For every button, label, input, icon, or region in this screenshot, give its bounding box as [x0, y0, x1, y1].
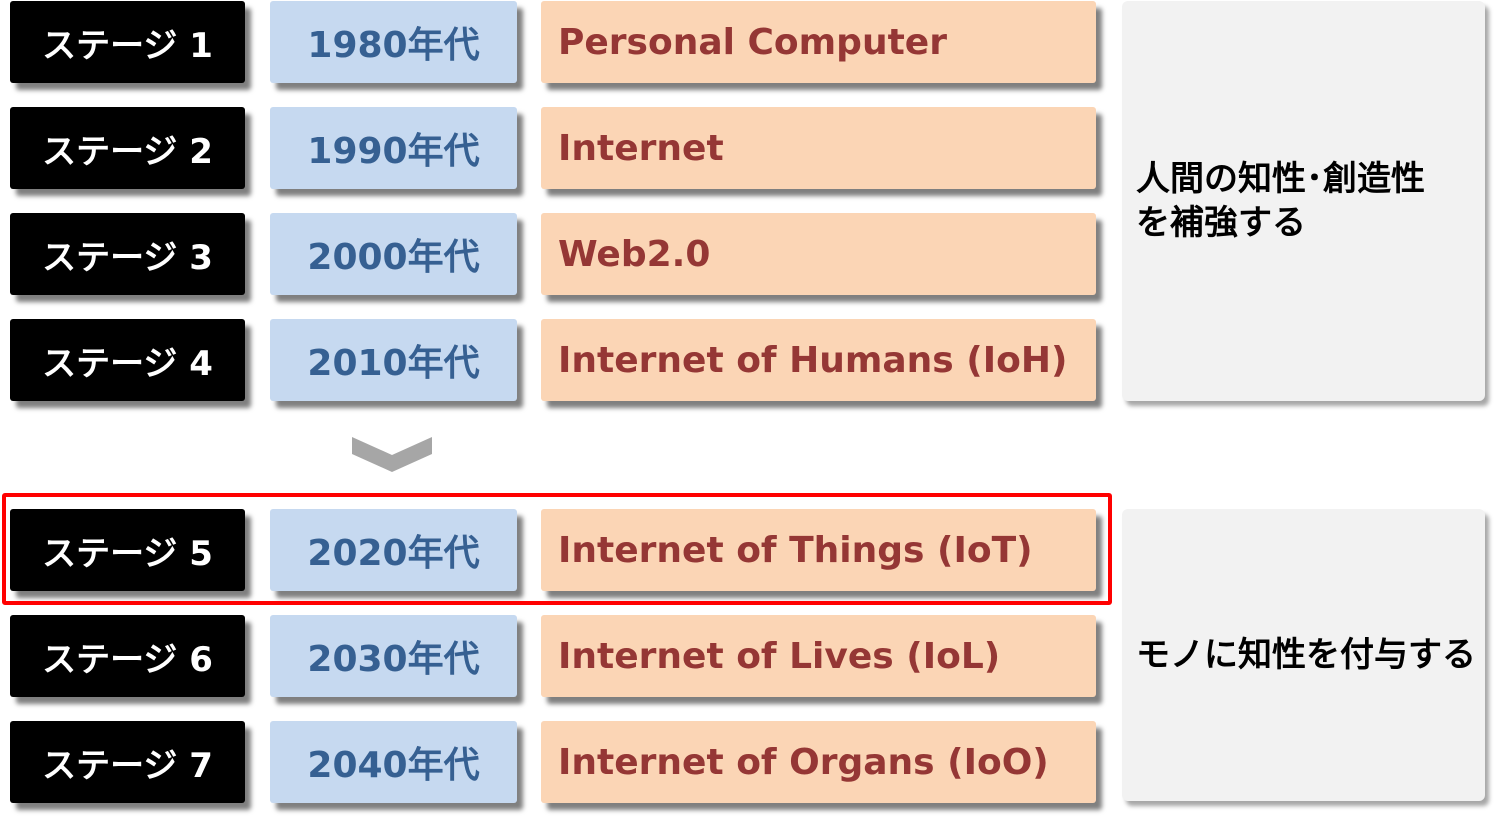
group-intelligent-things: モノに知性を付与する: [1122, 509, 1485, 801]
group-augment-human: 人間の知性･創造性 を補強する: [1122, 1, 1485, 401]
group-things-text: モノに知性を付与する: [1136, 635, 1476, 675]
technology-label: Internet of Lives (IoL): [541, 615, 1096, 697]
stage-label: ステージ 4: [10, 319, 245, 401]
decade-label: 2000年代: [270, 213, 517, 295]
group-augment-line1: 人間の知性･創造性: [1136, 159, 1425, 199]
stage-label: ステージ 7: [10, 721, 245, 803]
stage-label: ステージ 2: [10, 107, 245, 189]
technology-label: Internet of Organs (IoO): [541, 721, 1096, 803]
stage-label: ステージ 3: [10, 213, 245, 295]
decade-label: 1980年代: [270, 1, 517, 83]
decade-label: 1990年代: [270, 107, 517, 189]
decade-label: 2030年代: [270, 615, 517, 697]
decade-label: 2010年代: [270, 319, 517, 401]
stage-label: ステージ 6: [10, 615, 245, 697]
chevron-down-icon: [352, 437, 432, 472]
technology-label: Internet of Humans (IoH): [541, 319, 1096, 401]
highlight-frame: [2, 493, 1112, 605]
technology-label: Personal Computer: [541, 1, 1096, 83]
decade-label: 2040年代: [270, 721, 517, 803]
technology-label: Web2.0: [541, 213, 1096, 295]
technology-label: Internet: [541, 107, 1096, 189]
group-augment-line2: を補強する: [1136, 203, 1306, 243]
stage-label: ステージ 1: [10, 1, 245, 83]
